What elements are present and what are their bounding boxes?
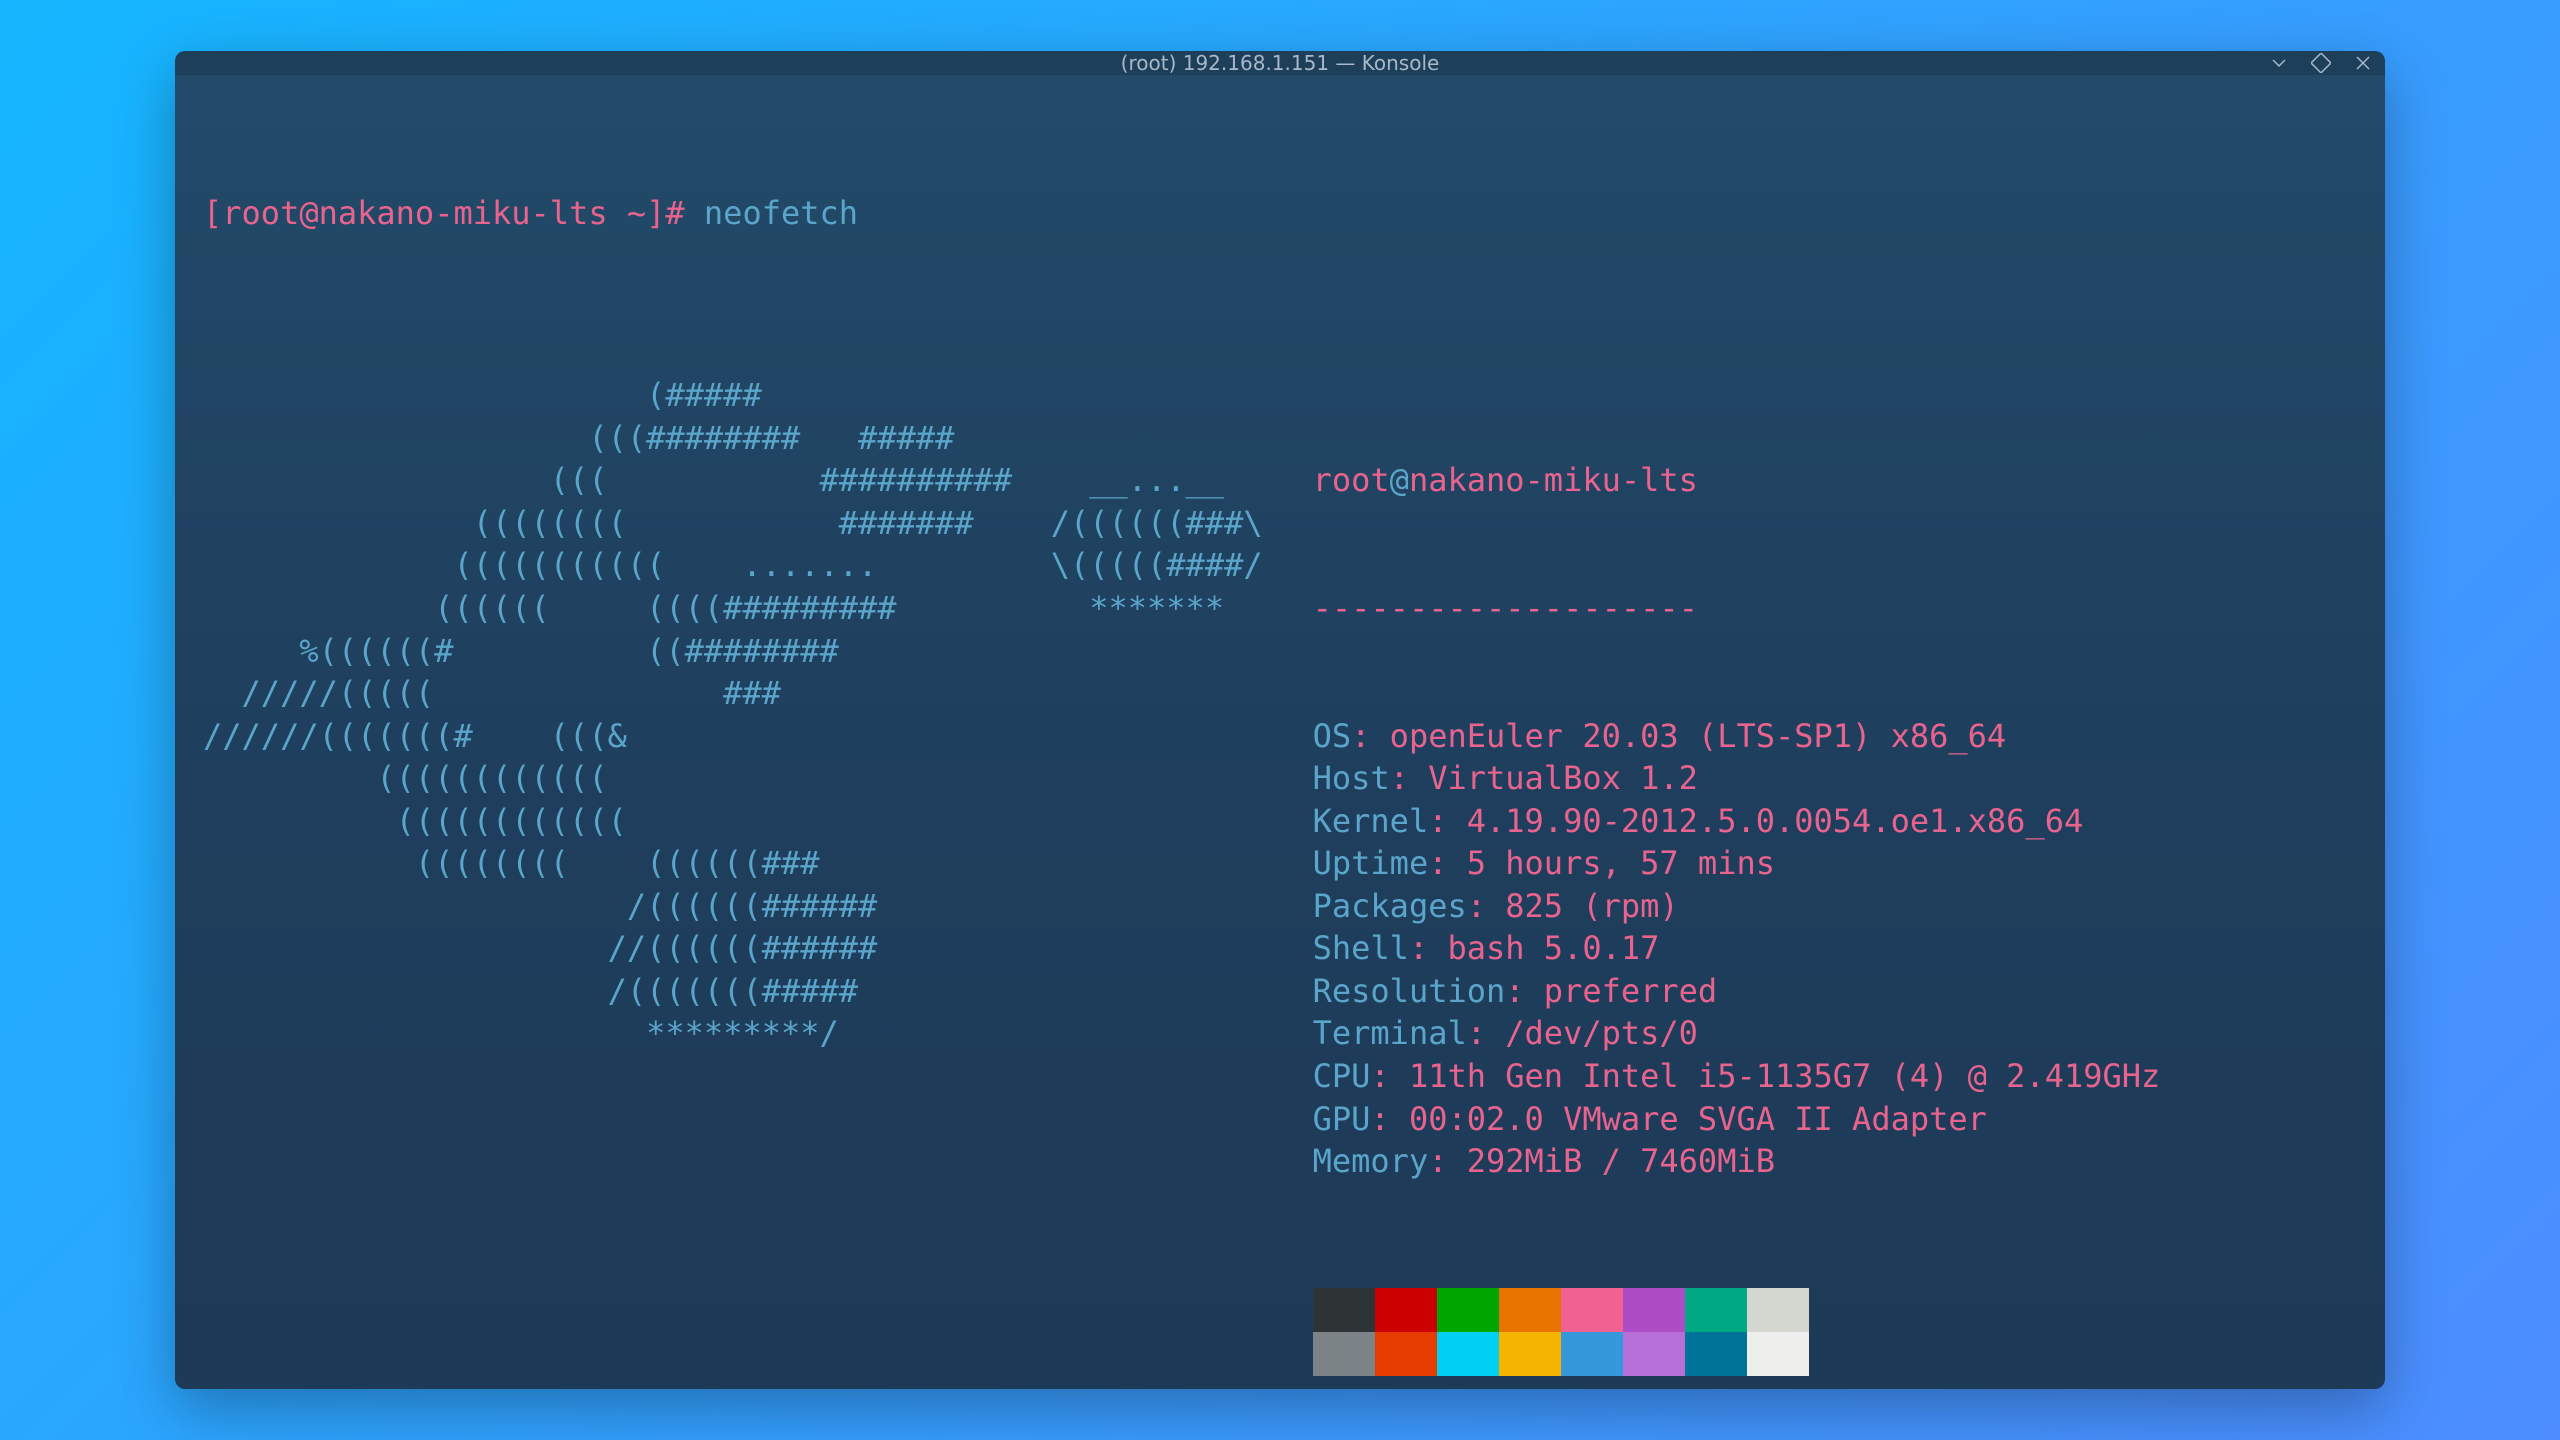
- command-text: neofetch: [704, 194, 858, 232]
- color-block: [1623, 1288, 1685, 1332]
- color-block: [1437, 1332, 1499, 1376]
- info-label: Memory: [1313, 1142, 1429, 1180]
- info-value: /dev/pts/0: [1505, 1014, 1698, 1052]
- info-line: OS: openEuler 20.03 (LTS-SP1) x86_64: [1313, 715, 2161, 758]
- info-line: Kernel: 4.19.90-2012.5.0.0054.oe1.x86_64: [1313, 800, 2161, 843]
- color-block: [1437, 1288, 1499, 1332]
- info-line: Terminal: /dev/pts/0: [1313, 1012, 2161, 1055]
- info-line: CPU: 11th Gen Intel i5-1135G7 (4) @ 2.41…: [1313, 1055, 2161, 1098]
- info-line: GPU: 00:02.0 VMware SVGA II Adapter: [1313, 1098, 2161, 1141]
- color-block: [1375, 1332, 1437, 1376]
- color-block: [1499, 1288, 1561, 1332]
- color-block: [1313, 1332, 1375, 1376]
- info-label: Uptime: [1313, 844, 1429, 882]
- info-label: Shell: [1313, 929, 1409, 967]
- info-label: Host: [1313, 759, 1390, 797]
- user-host-line: root@nakano-miku-lts: [1313, 459, 2161, 502]
- color-block: [1375, 1288, 1437, 1332]
- info-value: 11th Gen Intel i5-1135G7 (4) @ 2.419GHz: [1409, 1057, 2160, 1095]
- minimize-icon[interactable]: [2269, 53, 2289, 73]
- info-label: OS: [1313, 717, 1352, 755]
- color-row-2: [1313, 1332, 2161, 1376]
- window-title: (root) 192.168.1.151 — Konsole: [1121, 51, 1440, 75]
- maximize-icon[interactable]: [2311, 53, 2331, 73]
- info-value: 292MiB / 7460MiB: [1467, 1142, 1775, 1180]
- system-info: root@nakano-miku-lts -------------------…: [1313, 374, 2161, 1389]
- info-value: VirtualBox 1.2: [1428, 759, 1698, 797]
- ascii-art: (##### (((######## ##### ((( ########## …: [203, 374, 1263, 1055]
- info-value: openEuler 20.03 (LTS-SP1) x86_64: [1390, 717, 2007, 755]
- neofetch-output: (##### (((######## ##### ((( ########## …: [203, 374, 2357, 1389]
- color-blocks: [1313, 1288, 2161, 1376]
- info-value: 5 hours, 57 mins: [1467, 844, 1775, 882]
- prompt-line-1: [root@nakano-miku-lts ~]# neofetch: [203, 192, 2357, 235]
- info-line: Shell: bash 5.0.17: [1313, 927, 2161, 970]
- terminal-window: (root) 192.168.1.151 — Konsole [root@nak…: [175, 51, 2385, 1389]
- prompt-text: [root@nakano-miku-lts ~]#: [203, 194, 704, 232]
- color-block: [1561, 1332, 1623, 1376]
- info-value: bash 5.0.17: [1447, 929, 1659, 967]
- separator-line: --------------------: [1313, 587, 2161, 630]
- info-value: 825 (rpm): [1505, 887, 1678, 925]
- info-value: preferred: [1544, 972, 1717, 1010]
- info-line: Resolution: preferred: [1313, 970, 2161, 1013]
- color-block: [1313, 1288, 1375, 1332]
- info-label: Resolution: [1313, 972, 1506, 1010]
- color-row-1: [1313, 1288, 2161, 1332]
- color-block: [1499, 1332, 1561, 1376]
- info-line: Packages: 825 (rpm): [1313, 885, 2161, 928]
- color-block: [1747, 1288, 1809, 1332]
- color-block: [1747, 1332, 1809, 1376]
- info-line: Host: VirtualBox 1.2: [1313, 757, 2161, 800]
- info-label: GPU: [1313, 1100, 1371, 1138]
- window-controls: [2269, 51, 2373, 75]
- info-label: Packages: [1313, 887, 1467, 925]
- close-icon[interactable]: [2353, 53, 2373, 73]
- info-value: 4.19.90-2012.5.0.0054.oe1.x86_64: [1467, 802, 2084, 840]
- color-block: [1685, 1288, 1747, 1332]
- color-block: [1561, 1288, 1623, 1332]
- info-label: CPU: [1313, 1057, 1371, 1095]
- titlebar: (root) 192.168.1.151 — Konsole: [175, 51, 2385, 75]
- color-block: [1685, 1332, 1747, 1376]
- info-label: Terminal: [1313, 1014, 1467, 1052]
- info-line: Memory: 292MiB / 7460MiB: [1313, 1140, 2161, 1183]
- info-line: Uptime: 5 hours, 57 mins: [1313, 842, 2161, 885]
- info-value: 00:02.0 VMware SVGA II Adapter: [1409, 1100, 1987, 1138]
- color-block: [1623, 1332, 1685, 1376]
- info-label: Kernel: [1313, 802, 1429, 840]
- terminal-body[interactable]: [root@nakano-miku-lts ~]# neofetch (####…: [175, 75, 2385, 1389]
